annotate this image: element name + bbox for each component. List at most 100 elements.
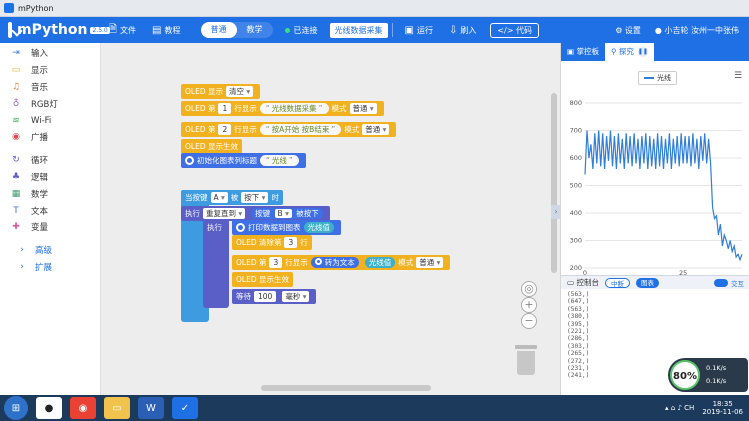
tab-probe[interactable]: ⚲ 探究 ❚❚ (604, 43, 654, 61)
to-text-block[interactable]: 转为文本 (310, 257, 359, 268)
mode-dropdown[interactable]: 普通 (416, 257, 444, 268)
line-number-field[interactable]: 1 (218, 103, 232, 114)
chevron-right-icon: › (20, 245, 24, 256)
key-dropdown[interactable]: B (274, 209, 292, 218)
block-label: 当按键 (185, 193, 208, 202)
category-rgb[interactable]: ♁ RGB灯 (0, 95, 100, 112)
music-icon: ♫ (11, 81, 21, 92)
run-button[interactable]: ▣ 运行 (397, 17, 441, 43)
wait-value-field[interactable]: 100 (254, 291, 277, 302)
block-label: 按键 (255, 209, 271, 218)
wps-icon[interactable]: W (138, 397, 164, 419)
text-field[interactable]: 光线数据采集 (272, 103, 317, 114)
user-account[interactable]: ● 小吉轮 汝州一中张伟 (655, 25, 739, 36)
mode-dropdown[interactable]: 普通 (362, 124, 390, 135)
block-label: 模式 (331, 104, 347, 113)
clear-dropdown[interactable]: 清空 (225, 86, 254, 97)
init-chart-block[interactable]: 初始化图表列标题 “光线” (181, 153, 306, 168)
pause-icon[interactable]: ❚❚ (637, 47, 648, 57)
category-extensions[interactable]: › 扩展 (0, 259, 100, 276)
repeat-until-block[interactable]: 执行 重复直到 按键 B 被按下 (181, 206, 330, 221)
line-number-field[interactable]: 3 (284, 237, 298, 248)
settings-button[interactable]: ⚙ 设置 (615, 25, 641, 36)
wait-block[interactable]: 等待 100 毫秒 (232, 289, 317, 304)
window-title-bar: mPython (0, 0, 749, 17)
category-label: RGB灯 (31, 99, 58, 110)
button-pressed-condition[interactable]: 按键 B 被按下 (251, 208, 323, 219)
category-variable[interactable]: ✚ 变量 (0, 219, 100, 236)
trash-icon[interactable] (515, 345, 537, 375)
tab-board[interactable]: ▣ 掌控板 (561, 43, 605, 61)
light-value-sensor[interactable]: 光线值 (303, 222, 334, 233)
mode-teaching[interactable]: 教学 (237, 22, 273, 38)
flash-button[interactable]: ⇩ 刷入 (441, 17, 484, 43)
chart-legend[interactable]: 光线 (638, 71, 677, 85)
category-broadcast[interactable]: ◉ 广播 (0, 129, 100, 146)
button-event-block[interactable]: 当按键 A 被 按下 时 (181, 190, 283, 205)
zoom-out-icon[interactable]: − (521, 313, 537, 329)
text-field[interactable]: 光线 (272, 155, 287, 166)
light-value-sensor[interactable]: 光线值 (364, 257, 396, 268)
oled-show-block[interactable]: OLED 显示生效 (181, 139, 242, 154)
interrupt-button[interactable]: 中断 (604, 277, 630, 288)
oled-line1-block[interactable]: OLED 第 1 行显示 “光线数据采集” 模式 普通 (181, 101, 384, 116)
category-label: 逻辑 (31, 172, 49, 183)
zoom-in-icon[interactable]: + (521, 297, 537, 313)
category-display[interactable]: ▭ 显示 (0, 62, 100, 79)
oled-clear-line-block[interactable]: OLED 清除第 3 行 (232, 235, 312, 250)
line-number-field[interactable]: 3 (269, 257, 283, 268)
tray-icons[interactable]: ▴ ⌂ ♪ CH (665, 404, 694, 412)
block-workspace[interactable]: OLED 显示 清空 OLED 第 1 行显示 “光线数据采集” 模式 普通 O… (101, 43, 560, 395)
tutorial-button[interactable]: ▤ 教程 (144, 17, 188, 43)
file-menu-button[interactable]: 🗎 文件 (101, 17, 144, 43)
oled-clear-block[interactable]: OLED 显示 清空 (181, 84, 261, 99)
mode-normal[interactable]: 普通 (200, 22, 237, 38)
workspace-horizontal-scrollbar[interactable] (261, 385, 431, 391)
category-math[interactable]: ▦ 数学 (0, 185, 100, 202)
folder-icon[interactable]: ▭ (104, 397, 130, 419)
category-music[interactable]: ♫ 音乐 (0, 79, 100, 96)
chart-menu-icon[interactable]: ☰ (734, 71, 744, 81)
cpu-gauge: 80% (670, 360, 700, 390)
mode-switch: 普通 教学 (200, 22, 273, 38)
connected-dot-icon (284, 27, 290, 33)
category-logic[interactable]: ♣ 逻辑 (0, 169, 100, 186)
print-to-chart-block[interactable]: 打印数据到图表 光线值 (232, 220, 341, 235)
console-title: 控制台 (576, 278, 599, 287)
category-label: 高级 (35, 246, 53, 257)
unit-dropdown[interactable]: 毫秒 (282, 291, 310, 302)
block-label: 行显示 (234, 104, 257, 113)
interactive-toggle[interactable]: 交互 (714, 278, 744, 288)
chrome-icon[interactable]: ◉ (70, 397, 96, 419)
oled-line2-block[interactable]: OLED 第 2 行显示 “按A开始 按B结束” 模式 普通 (181, 122, 397, 137)
category-advanced[interactable]: › 高级 (0, 242, 100, 259)
text-value[interactable]: “光线数据采集” (259, 103, 329, 114)
gear-icon (314, 258, 322, 265)
windows-start-icon[interactable]: ⊞ (4, 396, 28, 420)
category-input[interactable]: ⇥ 输入 (0, 45, 100, 62)
category-label: Wi-Fi (31, 115, 52, 126)
panda-app-icon[interactable]: ● (36, 397, 62, 419)
panel-collapse-handle[interactable]: › (551, 205, 560, 219)
loop-dropdown[interactable]: 重复直到 (203, 208, 246, 219)
system-clock[interactable]: 18:35 2019-11-06 (702, 400, 743, 416)
text-field[interactable]: 按A开始 按B结束 (272, 124, 330, 135)
state-dropdown[interactable]: 按下 (241, 192, 269, 203)
zoom-reset-icon[interactable]: ◎ (521, 281, 537, 297)
line-number-field[interactable]: 2 (218, 124, 232, 135)
oled-line3-block[interactable]: OLED 第 3 行显示 转为文本 光线值 模式 普通 (232, 255, 451, 270)
category-loop[interactable]: ↻ 循环 (0, 152, 100, 169)
workspace-vertical-scrollbar[interactable] (551, 93, 557, 273)
text-value[interactable]: “光线” (260, 155, 299, 166)
code-button[interactable]: </> 代码 (490, 22, 539, 38)
mpython-taskbar-icon[interactable]: ✓ (172, 397, 198, 419)
key-dropdown[interactable]: A (210, 192, 228, 203)
data-collect-button[interactable]: 光线数据采集 (329, 22, 388, 38)
mode-dropdown[interactable]: 普通 (349, 103, 377, 114)
category-text[interactable]: T 文本 (0, 202, 100, 219)
category-wifi[interactable]: ≋ Wi-Fi (0, 112, 100, 129)
text-value[interactable]: “按A开始 按B结束” (259, 124, 342, 135)
brand-name: mPython (17, 22, 88, 38)
oled-show-block-2[interactable]: OLED 显示生效 (232, 272, 293, 287)
chart-button[interactable]: 图表 (635, 277, 659, 288)
